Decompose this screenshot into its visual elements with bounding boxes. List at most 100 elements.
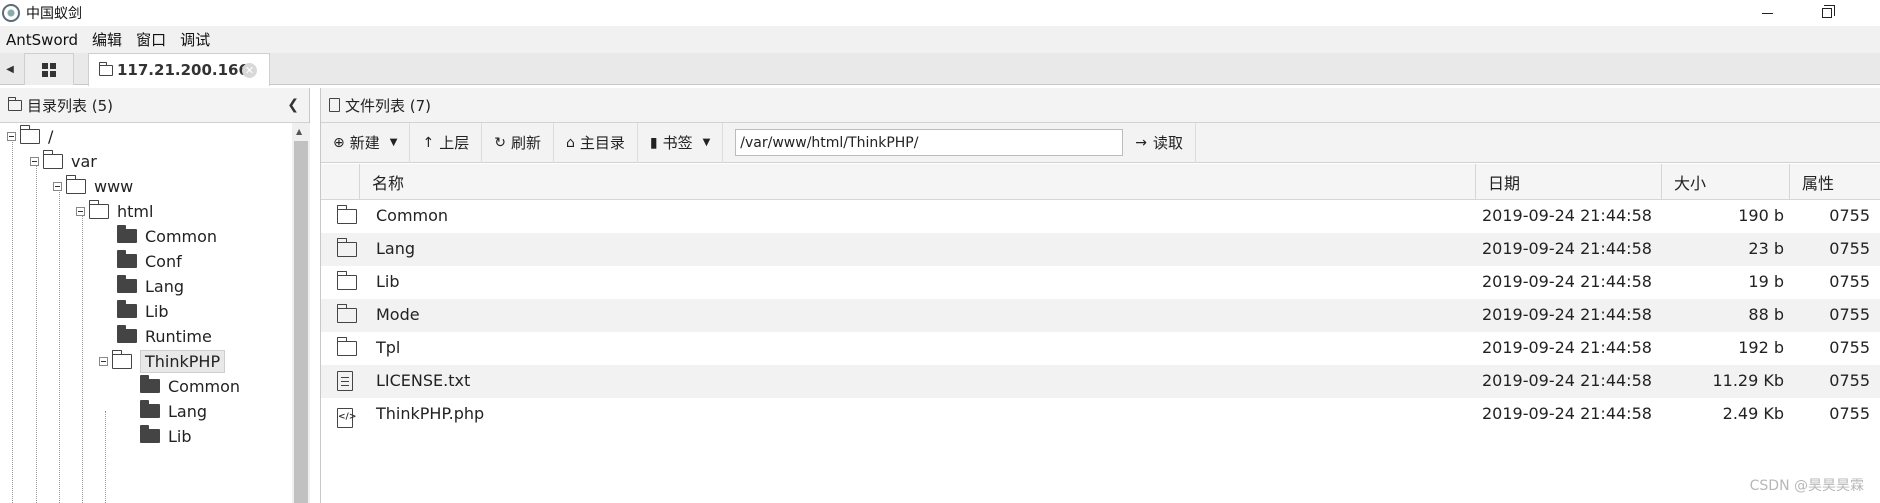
folder-open-icon (65, 174, 86, 194)
file-panel-title: 文件列表 (7) (345, 96, 432, 115)
directory-tree: / var www html Common Conf Lang Lib Runt… (0, 123, 292, 503)
plus-circle-icon: ⊕ (333, 134, 345, 151)
file-grid-header: 名称 日期 大小 属性 (321, 164, 1880, 200)
file-row[interactable]: LICENSE.txt 2019-09-24 21:44:58 11.29 Kb… (321, 365, 1880, 398)
text-file-icon (337, 371, 353, 395)
refresh-icon: ↻ (494, 134, 506, 151)
tree-node-root[interactable]: / (7, 123, 53, 149)
folder-icon (336, 304, 357, 327)
scrollbar-thumb[interactable] (294, 141, 308, 503)
collapse-toggle-icon[interactable] (7, 131, 16, 141)
folder-icon (140, 400, 160, 418)
minimize-icon (1761, 12, 1773, 14)
tree-node-lang[interactable]: Lang (117, 273, 184, 299)
folder-icon (117, 300, 137, 318)
arrow-right-icon: → (1135, 134, 1148, 151)
file-toolbar: ⊕ 新建 ▼ ↑ 上层 ↻ 刷新 ⌂ 主目录 ▮ 书签 ▼ → 读取 (321, 122, 1880, 163)
folder-icon (336, 238, 357, 261)
column-header-name[interactable]: 名称 (359, 164, 1470, 200)
tree-node-lib[interactable]: Lib (117, 298, 169, 324)
tree-node-thinkphp[interactable]: ThinkPHP (99, 348, 226, 374)
directory-panel: 目录列表 (5) ❮ / var www html Common Conf La… (0, 88, 310, 503)
read-button[interactable]: → 读取 (1123, 122, 1197, 163)
tree-node-thinkphp-lib[interactable]: Lib (140, 423, 192, 449)
tab-bar: ◀ 117.21.200.166 ✕ (0, 53, 1880, 86)
restore-button[interactable] (1804, 0, 1850, 26)
home-icon: ⌂ (565, 134, 575, 151)
collapse-toggle-icon[interactable] (53, 181, 62, 191)
file-row[interactable]: Mode 2019-09-24 21:44:58 88 b 0755 (321, 299, 1880, 332)
new-button[interactable]: ⊕ 新建 ▼ (321, 122, 411, 163)
menu-bar: AntSword 编辑 窗口 调试 (0, 26, 1880, 53)
collapse-toggle-icon[interactable] (76, 206, 85, 216)
folder-icon (336, 271, 357, 294)
directory-panel-title: 目录列表 (5) (27, 96, 114, 115)
scroll-up-icon[interactable]: ▲ (296, 127, 302, 136)
folder-icon (117, 325, 137, 343)
file-panel: 文件列表 (7) ⊕ 新建 ▼ ↑ 上层 ↻ 刷新 ⌂ 主目录 ▮ 书签 ▼ →… (320, 88, 1880, 503)
grid-icon (42, 62, 56, 77)
folder-icon (7, 96, 22, 111)
folder-open-icon (19, 124, 40, 144)
tree-node-runtime[interactable]: Runtime (117, 323, 212, 349)
code-file-icon: </> (337, 404, 356, 428)
file-icon (329, 98, 340, 112)
menu-window[interactable]: 窗口 (130, 29, 174, 50)
path-input[interactable] (735, 129, 1124, 156)
folder-icon (98, 61, 113, 76)
tree-node-conf[interactable]: Conf (117, 248, 182, 274)
folder-icon (117, 275, 137, 293)
file-row[interactable]: Lib 2019-09-24 21:44:58 19 b 0755 (321, 266, 1880, 299)
folder-open-icon (111, 349, 132, 369)
folder-icon (117, 225, 137, 243)
column-header-perm[interactable]: 属性 (1789, 164, 1880, 200)
folder-icon (336, 205, 357, 228)
file-row[interactable]: Lang 2019-09-24 21:44:58 23 b 0755 (321, 233, 1880, 266)
tree-node-thinkphp-common[interactable]: Common (140, 373, 240, 399)
tree-node-html[interactable]: html (76, 198, 153, 224)
tab-shell-session[interactable]: 117.21.200.166 ✕ (88, 53, 270, 86)
caret-down-icon: ▼ (702, 137, 711, 148)
parent-dir-button[interactable]: ↑ 上层 (410, 122, 483, 163)
refresh-button[interactable]: ↻ 刷新 (482, 122, 554, 163)
tree-node-var[interactable]: var (30, 148, 97, 174)
antsword-logo-icon (2, 4, 20, 22)
file-panel-header: 文件列表 (7) (321, 88, 1880, 123)
close-tab-icon[interactable]: ✕ (242, 63, 257, 78)
file-row[interactable]: Tpl 2019-09-24 21:44:58 192 b 0755 (321, 332, 1880, 365)
tree-node-thinkphp-lang[interactable]: Lang (140, 398, 207, 424)
tree-node-common[interactable]: Common (117, 223, 217, 249)
folder-open-icon (42, 149, 63, 169)
menu-debug[interactable]: 调试 (174, 29, 218, 50)
folder-icon (336, 337, 357, 360)
collapse-toggle-icon[interactable] (99, 356, 108, 366)
tab-home[interactable] (24, 53, 74, 85)
file-row[interactable]: </> ThinkPHP.php 2019-09-24 21:44:58 2.4… (321, 398, 1880, 431)
window-title: 中国蚁剑 (26, 6, 82, 22)
tab-label: 117.21.200.166 (117, 61, 249, 79)
column-header-date[interactable]: 日期 (1475, 164, 1661, 200)
directory-panel-header: 目录列表 (5) ❮ (0, 88, 309, 123)
title-bar: 中国蚁剑 (0, 0, 1880, 26)
watermark: CSDN @昊昊昊霖 (1749, 478, 1864, 494)
bookmark-button[interactable]: ▮ 书签 ▼ (638, 122, 724, 163)
menu-edit[interactable]: 编辑 (86, 29, 130, 50)
tree-scrollbar[interactable]: ▲ (292, 123, 310, 503)
tab-scroll-left-button[interactable]: ◀ (0, 53, 20, 85)
restore-icon (1822, 5, 1835, 18)
home-dir-button[interactable]: ⌂ 主目录 (554, 122, 638, 163)
bookmark-icon: ▮ (649, 134, 658, 151)
folder-icon (140, 375, 160, 393)
minimize-button[interactable] (1744, 0, 1790, 26)
folder-icon (140, 425, 160, 443)
folder-icon (117, 250, 137, 268)
column-header-size[interactable]: 大小 (1661, 164, 1789, 200)
caret-down-icon: ▼ (389, 137, 398, 148)
tree-node-www[interactable]: www (53, 173, 133, 199)
folder-open-icon (88, 199, 109, 219)
menu-antsword[interactable]: AntSword (0, 31, 86, 49)
arrow-up-icon: ↑ (422, 134, 435, 151)
collapse-panel-icon[interactable]: ❮ (287, 97, 299, 113)
file-row[interactable]: Common 2019-09-24 21:44:58 190 b 0755 (321, 200, 1880, 233)
collapse-toggle-icon[interactable] (30, 156, 39, 166)
